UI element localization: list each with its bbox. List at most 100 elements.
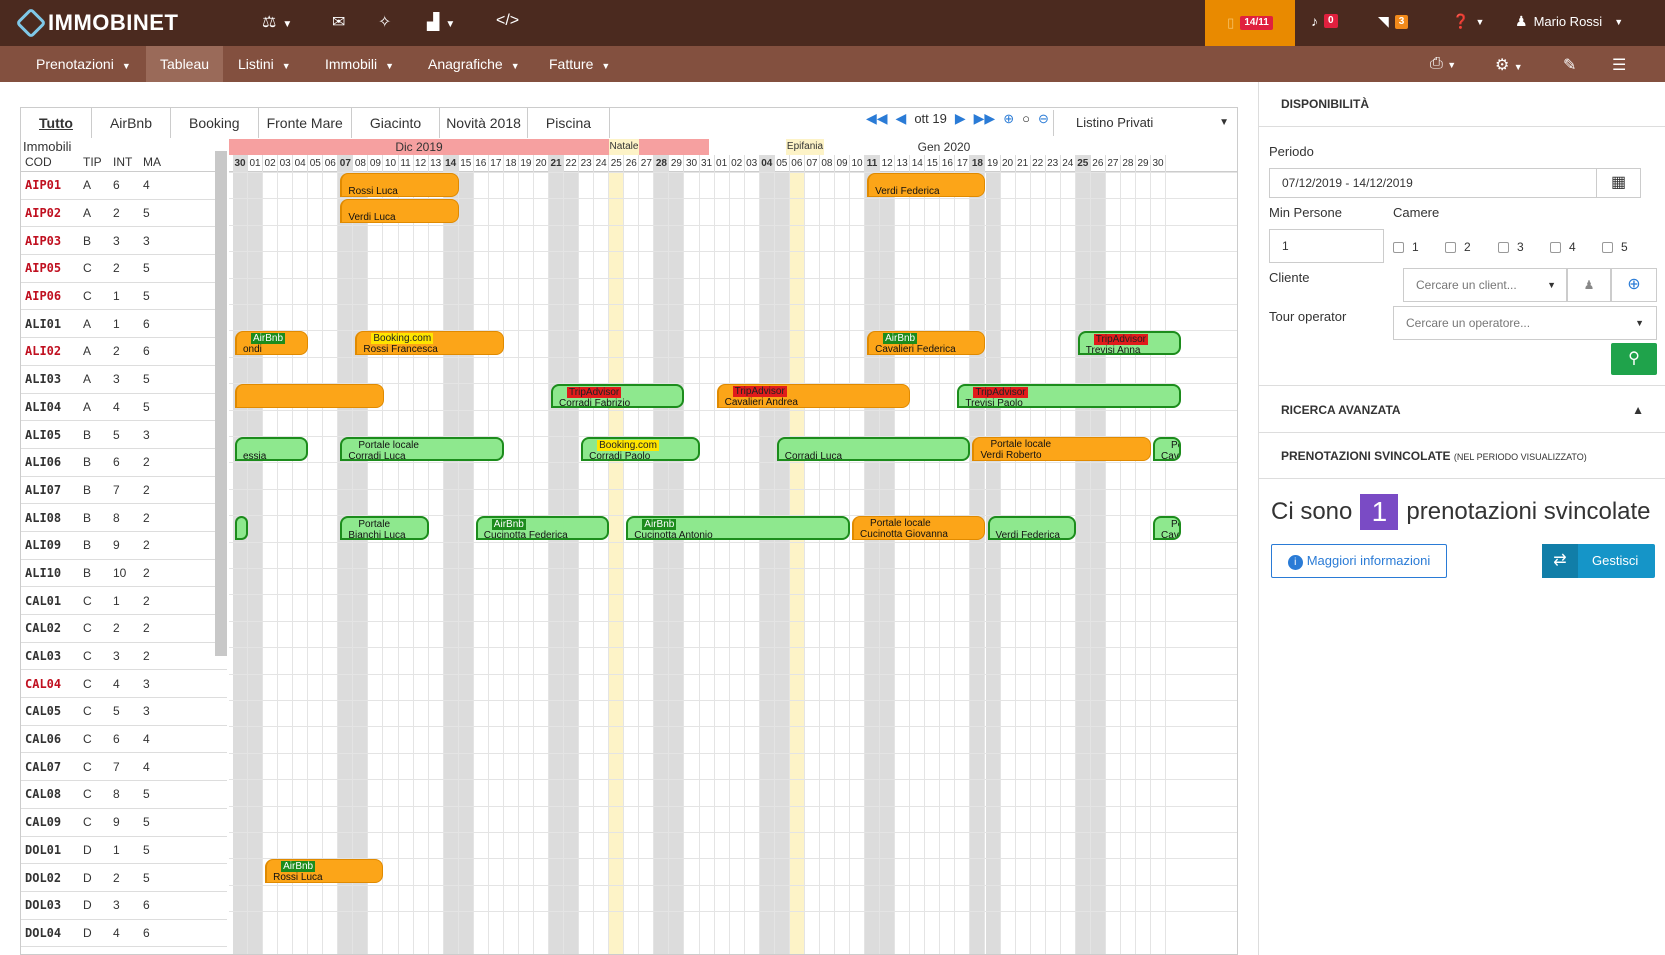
nav-tableau[interactable]: Tableau [146,46,224,82]
booking-block[interactable] [235,516,249,541]
unit-cod[interactable]: DOL03 [21,898,83,912]
zoom-reset-icon[interactable]: ○ [1022,111,1030,126]
zoom-in-icon[interactable]: ⊕ [1003,111,1014,127]
day-column[interactable] [248,172,264,954]
day-column[interactable] [489,172,504,954]
unit-row[interactable]: ALI10 B 10 2 [21,560,227,588]
tab-novita-2018[interactable]: Novità 2018 [440,108,528,138]
day-column[interactable] [399,172,414,954]
booking-block[interactable]: Rossi Luca [340,173,459,197]
unit-cod[interactable]: ALI09 [21,538,83,552]
unit-row[interactable]: DOL04 D 4 6 [21,920,227,948]
unit-cod[interactable]: ALI05 [21,428,83,442]
unit-row[interactable]: ALI05 B 5 3 [21,421,227,449]
checkbox[interactable] [1498,241,1509,253]
unit-row[interactable]: DOL02 D 2 5 [21,864,227,892]
tab-booking[interactable]: Booking [171,108,259,138]
day-column[interactable] [880,172,896,954]
day-column[interactable] [865,172,881,954]
day-column[interactable] [323,172,339,954]
day-column[interactable] [654,172,670,954]
search-button[interactable]: ⚲ [1611,343,1657,375]
unit-cod[interactable]: CAL04 [21,677,83,691]
day-column[interactable] [429,172,444,954]
unit-cod[interactable]: ALI10 [21,566,83,580]
day-column[interactable] [789,172,805,954]
unit-cod[interactable]: ALI06 [21,455,83,469]
unit-cod[interactable]: CAL01 [21,594,83,608]
day-column[interactable] [308,172,324,954]
booking-block[interactable]: TripAdvisor Trevisi Paolo [957,384,1182,409]
unit-row[interactable]: DOL03 D 3 6 [21,892,227,920]
camere-checkbox-1[interactable]: 1 [1393,240,1419,254]
booking-block[interactable]: Portale Bianchi Luca [340,516,429,541]
day-column[interactable] [624,172,640,954]
day-column[interactable] [414,172,429,954]
counter-button[interactable]: ▯ 14/11 [1205,0,1295,46]
tab-piscina[interactable]: Piscina [528,108,611,138]
day-column[interactable] [458,172,474,954]
unit-cod[interactable]: DOL02 [21,871,83,885]
day-column[interactable] [940,172,956,954]
unit-cod[interactable]: CAL02 [21,621,83,635]
day-column[interactable] [985,172,1001,954]
unit-cod[interactable]: CAL06 [21,732,83,746]
unit-cod[interactable]: DOL01 [21,843,83,857]
more-info-button[interactable]: i Maggiori informazioni [1271,544,1447,578]
unit-cod[interactable]: AIP01 [21,178,83,192]
day-column[interactable] [850,172,866,954]
zoom-out-icon[interactable]: ⊖ [1038,111,1049,127]
camere-checkbox-3[interactable]: 3 [1498,240,1524,254]
tab-tutto[interactable]: Tutto [21,108,92,138]
unit-row[interactable]: AIP06 C 1 5 [21,283,227,311]
nav-anagrafiche[interactable]: Anagrafiche ▼ [414,46,534,82]
col-int[interactable]: INT [113,155,143,171]
day-column[interactable] [1031,172,1046,954]
app-logo[interactable]: IMMOBINET [15,7,178,39]
col-ma[interactable]: MA [143,155,173,171]
unit-row[interactable]: AIP02 A 2 5 [21,200,227,228]
booking-block[interactable]: AirBnb Cavalieri Federica [867,331,986,356]
day-column[interactable] [1001,172,1016,954]
fast-back-icon[interactable]: ◀◀ [866,110,888,127]
day-column[interactable] [594,172,610,954]
day-column[interactable] [774,172,790,954]
unit-row[interactable]: CAL07 C 7 4 [21,753,227,782]
booking-block[interactable]: Portale locale Corradi Luca [340,437,504,461]
unit-row[interactable]: CAL09 C 9 5 [21,809,227,837]
unit-cod[interactable]: ALI02 [21,344,83,358]
camere-checkbox-2[interactable]: 2 [1445,240,1471,254]
calendar-icon[interactable]: ▦ [1596,169,1640,197]
unit-row[interactable]: ALI04 A 4 5 [21,394,227,422]
unit-row[interactable]: CAL06 C 6 4 [21,726,227,754]
unit-cod[interactable]: ALI03 [21,372,83,386]
day-column[interactable] [955,172,971,954]
day-column[interactable] [368,172,384,954]
day-column[interactable] [443,172,459,954]
tab-airbnb[interactable]: AirBnb [92,108,171,138]
day-column[interactable] [1121,172,1136,954]
unit-row[interactable]: CAL04 C 4 3 [21,670,227,699]
day-column[interactable] [263,172,279,954]
nav-listini[interactable]: Listini ▼ [224,46,305,82]
booking-block[interactable]: Portale localeCav [1153,516,1182,541]
fast-forward-icon[interactable]: ▶▶ [974,110,996,127]
day-column[interactable] [685,172,700,954]
periodo-input[interactable]: 07/12/2019 - 14/12/2019 ▦ [1269,168,1641,198]
day-column[interactable] [534,172,549,954]
day-column[interactable] [669,172,685,954]
booking-block[interactable]: AirBnb Rossi Luca [265,859,384,884]
booking-block[interactable]: TripAdvisor Corradi Fabrizio [551,384,685,409]
code-icon[interactable]: </> [496,12,519,30]
col-tip[interactable]: TIP [83,155,113,171]
vertical-scrollbar[interactable] [215,151,227,671]
unit-row[interactable]: ALI07 B 7 2 [21,477,227,505]
day-column[interactable] [564,172,580,954]
booking-block[interactable]: essia [235,437,309,461]
booking-block[interactable]: Verdi Federica [987,516,1076,541]
unit-row[interactable]: ALI03 A 3 5 [21,366,227,394]
day-column[interactable] [579,172,595,954]
day-column[interactable] [820,172,835,954]
day-column[interactable] [970,172,986,954]
unit-cod[interactable]: ALI04 [21,400,83,414]
